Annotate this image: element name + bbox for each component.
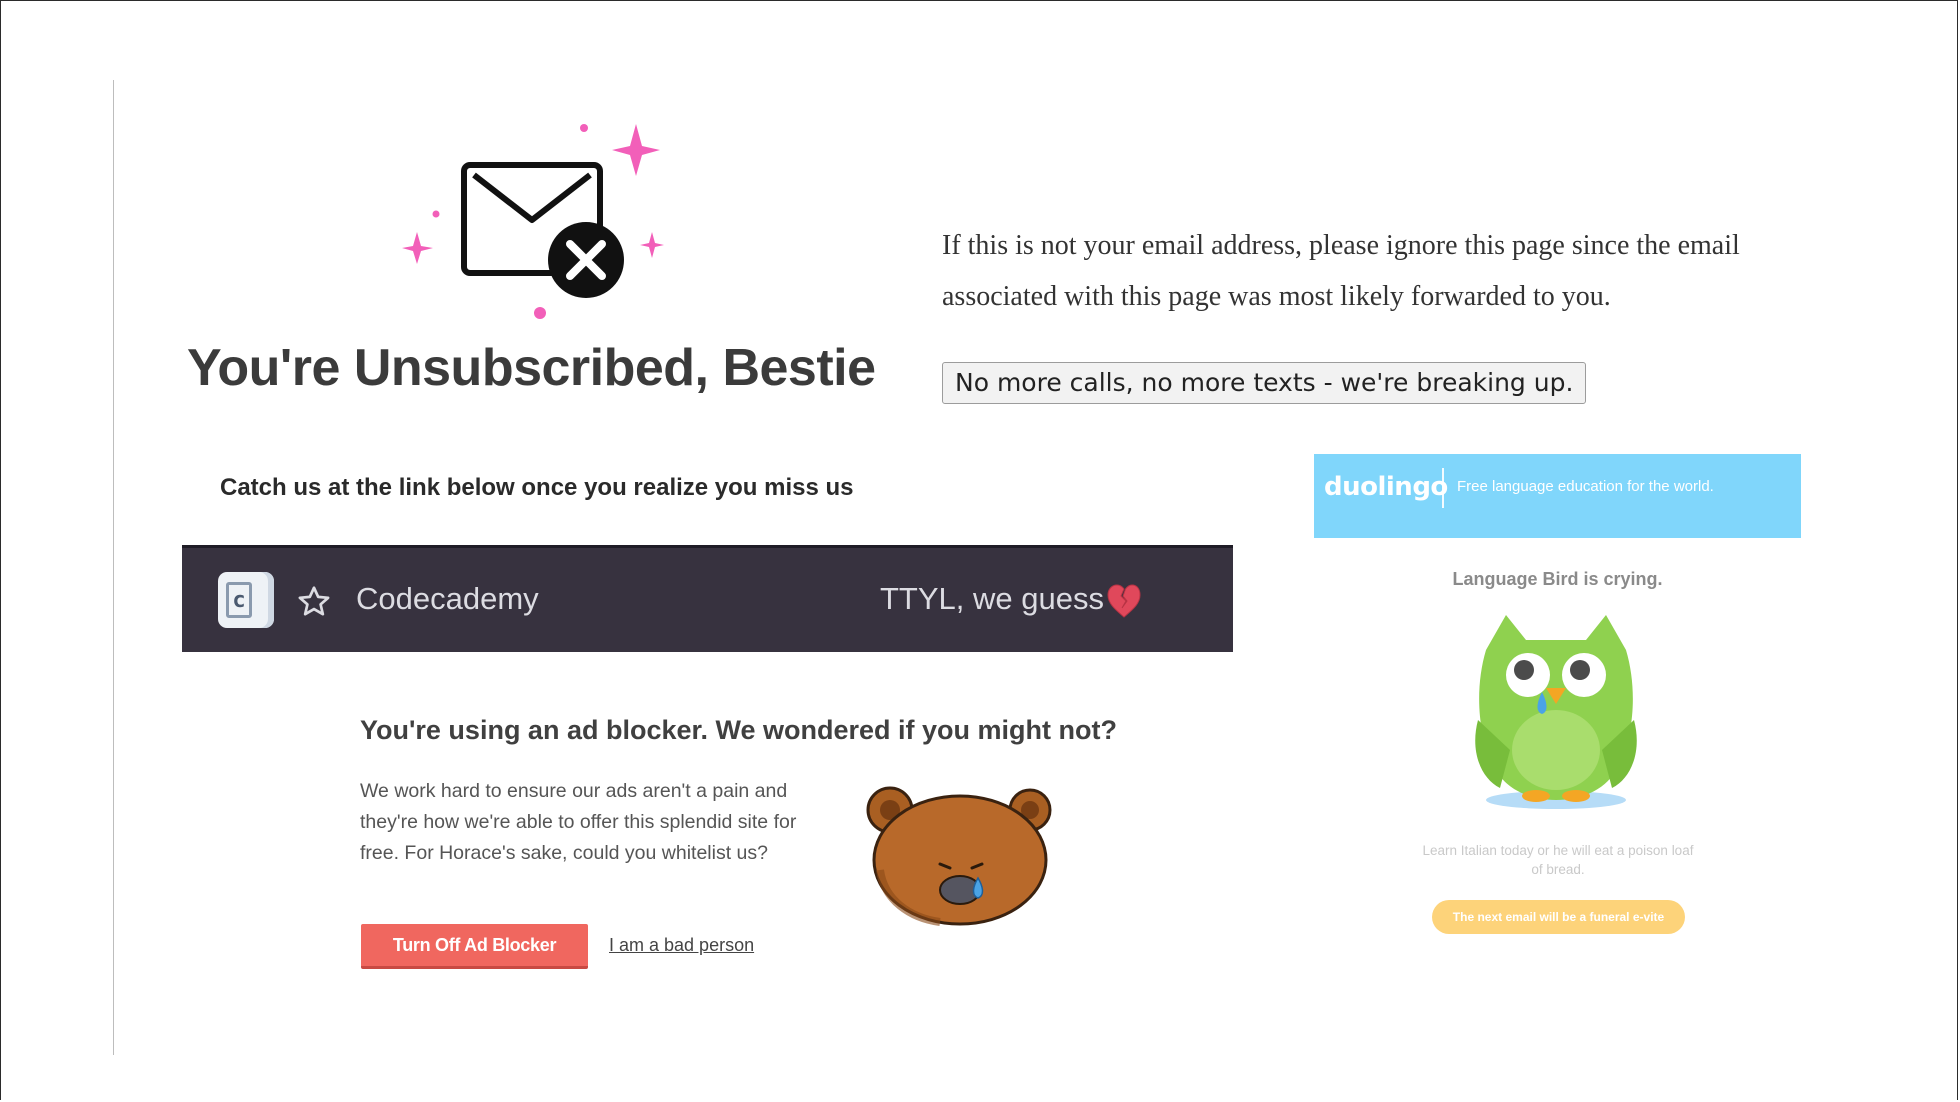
codecademy-logo-letter: c — [226, 582, 252, 618]
funeral-evite-button[interactable]: The next email will be a funeral e-vite — [1432, 900, 1685, 934]
codecademy-name: Codecademy — [356, 581, 539, 616]
duolingo-divider — [1442, 468, 1444, 508]
duolingo-logo[interactable]: duolingo — [1324, 472, 1448, 502]
codecademy-logo[interactable]: c — [218, 572, 274, 628]
divider-line — [113, 80, 114, 1055]
codecademy-bar: c Codecademy TTYL, we guess — [182, 545, 1233, 652]
bad-person-link[interactable]: I am a bad person — [609, 935, 754, 956]
broken-heart-icon — [1107, 584, 1141, 618]
crying-owl-icon — [1475, 615, 1637, 809]
breakup-button[interactable]: No more calls, no more texts - we're bre… — [942, 362, 1587, 404]
adblock-title: You're using an ad blocker. We wondered … — [360, 715, 1117, 745]
duolingo-banner: duolingo Free language education for the… — [1314, 454, 1801, 538]
turn-off-ad-blocker-button[interactable]: Turn Off Ad Blocker — [361, 924, 588, 969]
duolingo-small-text: Learn Italian today or he will eat a poi… — [1422, 843, 1694, 877]
crying-bear-icon — [866, 786, 1052, 926]
page-title: You're Unsubscribed, Bestie — [187, 339, 876, 397]
unsubscribed-envelope-icon — [402, 124, 664, 319]
duolingo-tagline: Free language education for the world. — [1457, 478, 1714, 495]
duolingo-crying-text: Language Bird is crying. — [1452, 569, 1663, 589]
email-notice-text: If this is not your email address, pleas… — [942, 230, 1740, 312]
star-icon[interactable] — [296, 584, 332, 620]
catch-us-text: Catch us at the link below once you real… — [220, 474, 854, 501]
adblock-body: We work hard to ensure our ads aren't a … — [360, 780, 797, 864]
ttyl-message: TTYL, we guess — [880, 581, 1104, 616]
